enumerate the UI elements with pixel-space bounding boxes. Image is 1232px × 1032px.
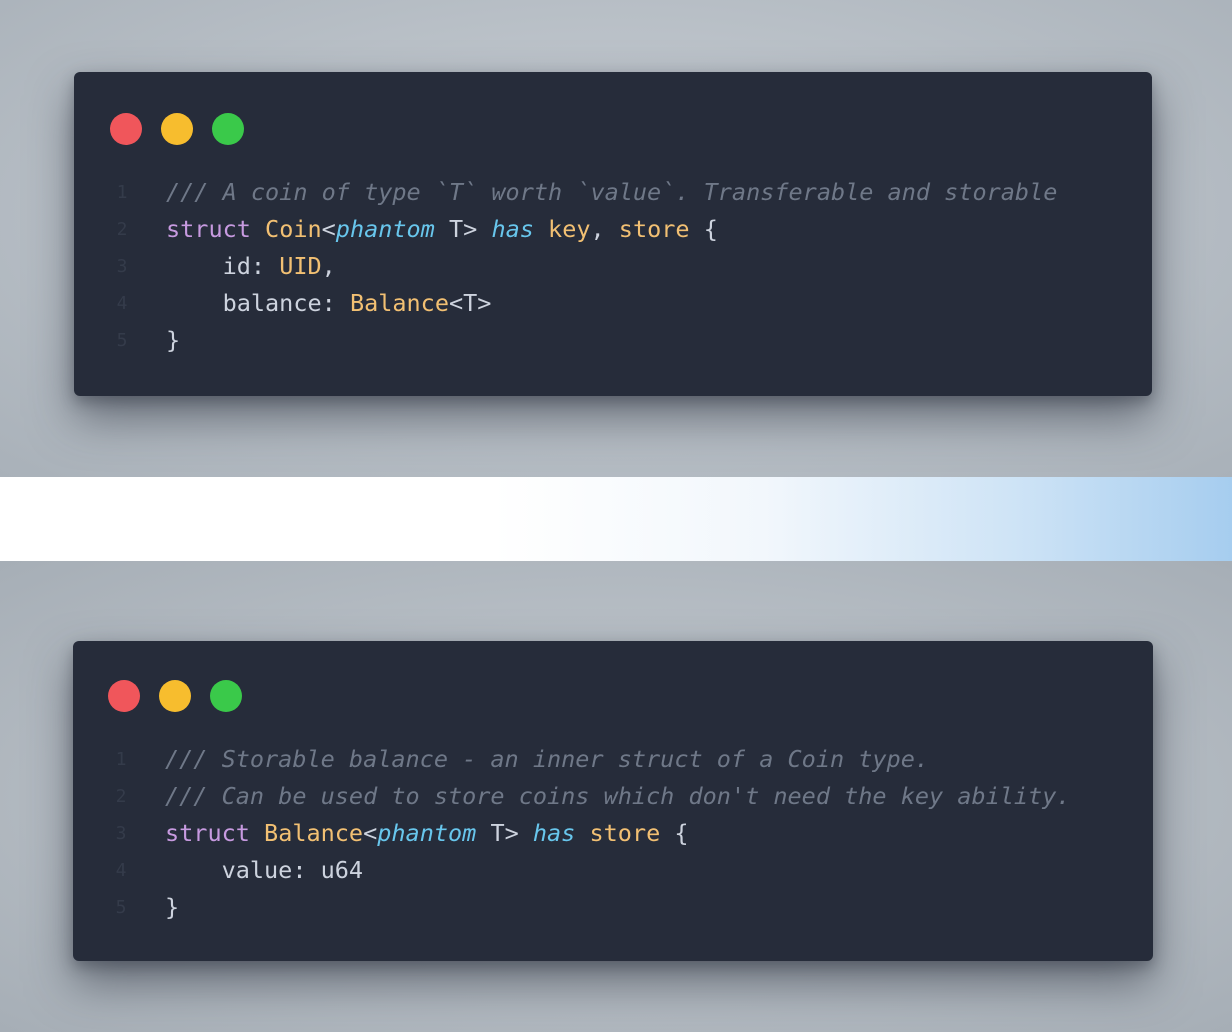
code-line: 1 /// A coin of type `T` worth `value`. T…: [74, 174, 1152, 211]
close-dot-icon: [110, 113, 142, 145]
line-number: 3: [116, 256, 128, 277]
code-token: <: [363, 819, 378, 847]
line-number: 5: [115, 897, 127, 918]
code-token: id:: [166, 252, 280, 280]
line-number: 1: [115, 749, 127, 770]
code-token: /// Can be used to store coins which don…: [165, 782, 1071, 810]
maximize-dot-icon: [212, 113, 244, 145]
code-line: 4 value: u64: [73, 852, 1153, 889]
code-text: balance: Balance<T>: [166, 285, 492, 322]
code-token: Balance: [264, 819, 364, 847]
code-token: struct: [166, 215, 266, 243]
code-line: 5}: [74, 322, 1152, 359]
divider-band: [0, 477, 1232, 561]
window-controls: [110, 113, 244, 145]
code-text: }: [165, 889, 179, 926]
code-window-balance: 1 /// Storable balance - an inner struct …: [73, 641, 1153, 961]
code-token: <T>: [448, 289, 492, 317]
code-text: id: UID,: [166, 248, 336, 285]
code-token: {: [689, 215, 718, 243]
code-token: /// A coin of type `T` worth `value`. Tr…: [166, 178, 1058, 206]
code-token: ,: [590, 215, 619, 243]
code-token: /// Storable balance - an inner struct o…: [165, 745, 930, 773]
code-line: 5}: [73, 889, 1153, 926]
code-text: /// Storable balance - an inner struct o…: [165, 741, 929, 778]
code-token: struct: [165, 819, 265, 847]
minimize-dot-icon: [159, 680, 191, 712]
code-token: T>: [476, 819, 533, 847]
code-token: store: [618, 215, 690, 243]
code-line: 3 struct Balance<phantom T> has store {: [73, 815, 1153, 852]
line-number: 4: [116, 293, 128, 314]
code-token: value: u64: [165, 856, 364, 884]
code-token: UID: [279, 252, 322, 280]
code-text: struct Coin<phantom T> has key, store {: [166, 211, 718, 248]
maximize-dot-icon: [210, 680, 242, 712]
line-number: 2: [115, 786, 127, 807]
code-token: has: [532, 819, 576, 847]
code-text: struct Balance<phantom T> has store {: [165, 815, 689, 852]
code-token: T>: [434, 215, 492, 243]
code-text: value: u64: [165, 852, 364, 889]
line-number: 4: [115, 860, 127, 881]
code-token: }: [165, 893, 180, 921]
line-number: 1: [116, 182, 128, 203]
code-token: <: [321, 215, 336, 243]
code-text: /// A coin of type `T` worth `value`. Tr…: [166, 174, 1057, 211]
code-token: {: [660, 819, 689, 847]
code-line: 4 balance: Balance<T>: [74, 285, 1152, 322]
line-number: 5: [116, 330, 128, 351]
code-window-coin: 1 /// A coin of type `T` worth `value`. T…: [74, 72, 1152, 396]
code-token: ,: [321, 252, 336, 280]
code-token: balance:: [166, 289, 350, 317]
line-number: 3: [115, 823, 127, 844]
code-text: /// Can be used to store coins which don…: [165, 778, 1070, 815]
code-token: key: [548, 215, 591, 243]
code-token: store: [589, 819, 661, 847]
code-text: }: [166, 322, 180, 359]
code-token: Coin: [265, 215, 322, 243]
code-line: 3 id: UID,: [74, 248, 1152, 285]
close-dot-icon: [108, 680, 140, 712]
code-line: 2 struct Coin<phantom T> has key, store {: [74, 211, 1152, 248]
line-number: 2: [116, 219, 128, 240]
code-line: 1 /// Storable balance - an inner struct …: [73, 741, 1153, 778]
code-token: phantom: [377, 819, 477, 847]
code-token: }: [166, 326, 181, 354]
code-line: 2 /// Can be used to store coins which do…: [73, 778, 1153, 815]
code-token: phantom: [335, 215, 435, 243]
code-token: Balance: [349, 289, 449, 317]
code-block: 1 /// A coin of type `T` worth `value`. T…: [74, 174, 1152, 359]
window-controls: [108, 680, 242, 712]
code-block: 1 /// Storable balance - an inner struct …: [73, 741, 1153, 926]
code-token: has: [491, 215, 534, 243]
minimize-dot-icon: [161, 113, 193, 145]
